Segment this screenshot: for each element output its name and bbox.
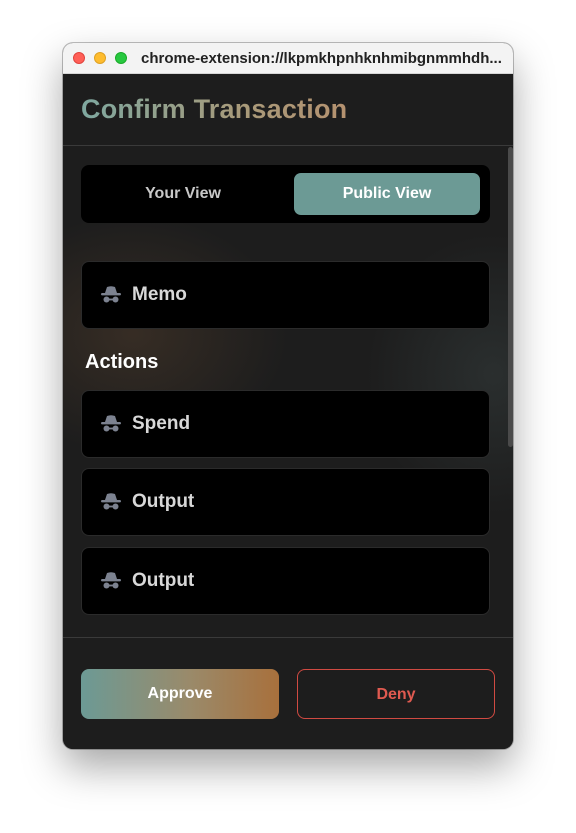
extension-window: chrome-extension://lkpmkhpnhknhmibgnmmhd… [63, 43, 513, 749]
public-view-tab[interactable]: Public View [294, 173, 480, 215]
action-label: Spend [132, 413, 191, 434]
transaction-details-scroll-area[interactable]: Your View Public View Memo Actions Spend… [63, 147, 513, 637]
actions-heading: Actions [85, 351, 159, 373]
page-title: Confirm Transaction [81, 94, 348, 124]
action-item[interactable]: Output [81, 468, 490, 536]
incognito-icon [100, 492, 122, 512]
memo-label: Memo [132, 284, 187, 305]
close-window-button[interactable] [73, 52, 85, 64]
view-toggle: Your View Public View [81, 165, 490, 223]
incognito-icon [100, 285, 122, 305]
incognito-icon [100, 571, 122, 591]
scrollbar-thumb[interactable] [508, 147, 513, 447]
minimize-window-button[interactable] [94, 52, 106, 64]
action-label: Output [132, 570, 195, 591]
action-label: Output [132, 491, 195, 512]
window-url: chrome-extension://lkpmkhpnhknhmibgnmmhd… [141, 50, 502, 67]
memo-card[interactable]: Memo [81, 261, 490, 329]
approve-button[interactable]: Approve [81, 669, 279, 719]
zoom-window-button[interactable] [115, 52, 127, 64]
your-view-tab[interactable]: Your View [90, 173, 276, 215]
deny-button[interactable]: Deny [297, 669, 495, 719]
action-footer: Approve Deny [63, 637, 513, 749]
action-item[interactable]: Spend [81, 390, 490, 458]
popup-content: Confirm Transaction Your View Public Vie… [63, 74, 513, 749]
incognito-icon [100, 414, 122, 434]
page-header: Confirm Transaction [63, 74, 513, 146]
window-titlebar: chrome-extension://lkpmkhpnhknhmibgnmmhd… [63, 43, 513, 74]
action-item[interactable]: Output [81, 547, 490, 615]
